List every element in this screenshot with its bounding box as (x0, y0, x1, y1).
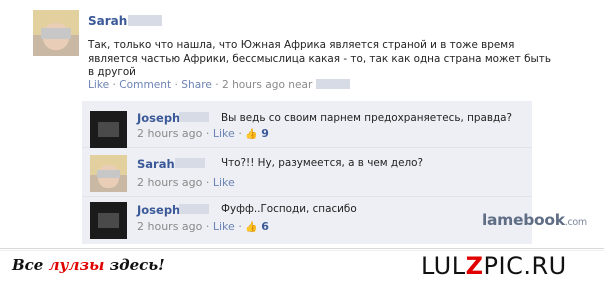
commenter-avatar[interactable] (90, 155, 127, 192)
comment-like-link[interactable]: Like (213, 220, 235, 233)
comment-meta: 2 hours ago · Like · 👍 6 (137, 220, 269, 233)
post-author-name[interactable]: Sarah (88, 14, 127, 28)
surname-mask (175, 158, 205, 168)
censor-blur (41, 28, 71, 39)
comment-timestamp: 2 hours ago (137, 127, 203, 140)
comment-like-link[interactable]: Like (213, 127, 235, 140)
like-link[interactable]: Like (88, 79, 109, 91)
share-link[interactable]: Share (181, 79, 212, 91)
post-author-avatar[interactable] (33, 10, 79, 56)
surname-mask (179, 204, 209, 214)
comment-item: Joseph Фуфф..Господи, спасибо 2 hours ag… (82, 198, 532, 244)
commenter-name[interactable]: Joseph (137, 203, 180, 217)
post-text: Так, только что нашла, что Южная Африка … (88, 39, 551, 78)
thumbs-up-icon[interactable]: 👍 (245, 222, 257, 233)
comment-item: Sarah Что?!! Ну, разумеется, а в чем дел… (82, 149, 532, 197)
lamebook-watermark: lamebook.com (482, 211, 587, 229)
commenter-avatar[interactable] (90, 202, 127, 239)
post-meta: Like · Comment · Share · 2 hours ago nea… (88, 79, 350, 91)
comment-item: Joseph Вы ведь со своим парнем предохран… (82, 101, 532, 148)
comment-like-link[interactable]: Like (213, 176, 235, 189)
commenter-avatar[interactable] (90, 111, 127, 148)
comment-text: Фуфф..Господи, спасибо (221, 203, 357, 215)
screenshot: Sarah Так, только что нашла, что Южная А… (0, 0, 604, 248)
comment-timestamp: 2 hours ago (137, 220, 203, 233)
comment-meta: 2 hours ago · Like (137, 176, 235, 189)
like-count[interactable]: 6 (261, 220, 269, 233)
comment-meta: 2 hours ago · Like · 👍 9 (137, 127, 269, 140)
like-count[interactable]: 9 (261, 127, 269, 140)
location-mask (315, 79, 350, 89)
comment-text: Что?!! Ну, разумеется, а в чем дело? (221, 157, 423, 169)
surname-mask (179, 112, 209, 122)
post-timestamp: 2 hours ago near (221, 79, 313, 91)
comment-timestamp: 2 hours ago (137, 176, 203, 189)
site-logo: LULZPIC.RU (421, 252, 567, 280)
commenter-name[interactable]: Joseph (137, 111, 180, 125)
footer-slogan: Все лулзы здесь! (12, 256, 165, 274)
thumbs-up-icon[interactable]: 👍 (245, 129, 257, 140)
comment-text: Вы ведь со своим парнем предохраняетесь,… (221, 112, 513, 124)
comment-link[interactable]: Comment (119, 79, 171, 91)
divider (0, 250, 604, 251)
divider (0, 248, 604, 249)
surname-mask (128, 15, 162, 26)
comment-list: Joseph Вы ведь со своим парнем предохран… (82, 101, 532, 244)
commenter-name[interactable]: Sarah (137, 157, 175, 171)
